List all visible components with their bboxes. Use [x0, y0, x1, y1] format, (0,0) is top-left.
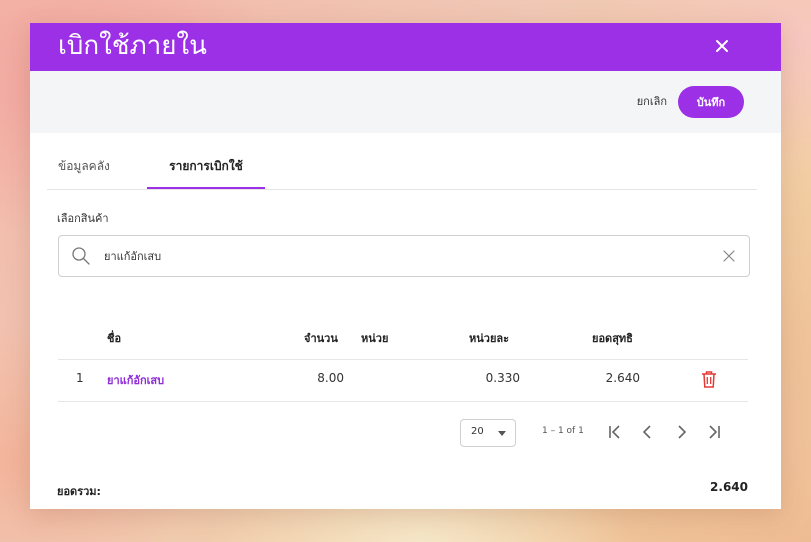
product-search-box	[58, 235, 750, 277]
total-label: ยอดรวม:	[57, 485, 101, 498]
pagination-range: 1 – 1 of 1	[542, 426, 584, 436]
page-size-select[interactable]: 20	[460, 419, 516, 447]
table-divider	[58, 401, 748, 402]
row-net: 2.640	[605, 371, 640, 385]
column-header-name: ชื่อ	[107, 332, 122, 345]
row-item-name-link[interactable]: ยาแก้อักเสบ	[107, 371, 164, 389]
row-qty: 8.00	[317, 371, 344, 385]
save-button[interactable]: บันทึก	[678, 86, 744, 118]
dialog-title: เบิกใช้ภายใน	[58, 31, 207, 61]
tab-inventory-info[interactable]: ข้อมูลคลัง	[58, 149, 110, 187]
product-field-label: เลือกสินค้า	[57, 212, 109, 225]
action-toolbar: ยกเลิก บันทึก	[30, 71, 781, 133]
clear-icon[interactable]	[721, 248, 737, 264]
table-divider	[58, 359, 748, 360]
product-search-input[interactable]	[104, 249, 664, 262]
column-header-net: ยอดสุทธิ	[592, 332, 633, 345]
chevron-down-icon	[498, 431, 506, 436]
total-value: 2.640	[710, 480, 748, 494]
close-button[interactable]	[709, 33, 735, 59]
column-header-unit: หน่วย	[361, 332, 389, 345]
dialog-header: เบิกใช้ภายใน	[30, 23, 781, 71]
last-page-icon[interactable]	[705, 423, 723, 441]
cancel-button[interactable]: ยกเลิก	[637, 92, 667, 110]
search-icon	[72, 247, 90, 265]
close-icon	[716, 40, 728, 52]
tab-bar: ข้อมูลคลัง รายการเบิกใช้	[47, 149, 757, 190]
trash-icon[interactable]	[701, 370, 717, 388]
next-page-icon[interactable]	[672, 423, 690, 441]
row-index: 1	[76, 371, 84, 385]
column-header-per-unit: หน่วยละ	[469, 332, 510, 345]
prev-page-icon[interactable]	[639, 423, 657, 441]
column-header-qty: จำนวน	[304, 332, 338, 345]
withdraw-dialog: เบิกใช้ภายใน ยกเลิก บันทึก ข้อมูลคลัง รา…	[30, 23, 781, 509]
tab-withdraw-items[interactable]: รายการเบิกใช้	[147, 149, 265, 189]
page-size-value: 20	[471, 426, 484, 437]
first-page-icon[interactable]	[606, 423, 624, 441]
row-per-unit: 0.330	[485, 371, 520, 385]
